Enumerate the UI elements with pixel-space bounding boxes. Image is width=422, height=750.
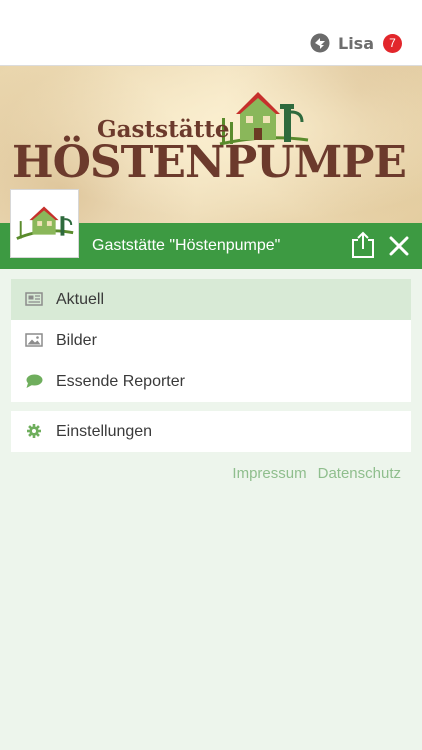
gear-icon — [27, 424, 41, 438]
restaurant-logo — [10, 189, 79, 258]
main-menu: Aktuell Bilder Essende Reporter — [11, 279, 411, 402]
notification-badge[interactable]: 7 — [383, 33, 402, 53]
menu-item-einstellungen[interactable]: Einstellungen — [11, 411, 411, 452]
logo-house-icon — [16, 206, 74, 240]
footer-links: Impressum Datenschutz — [232, 465, 401, 482]
newspaper-icon — [25, 292, 43, 306]
menu-label: Einstellungen — [56, 422, 153, 440]
close-icon[interactable] — [387, 234, 411, 258]
image-icon — [25, 333, 43, 347]
page-title: Gaststätte "Höstenpumpe" — [92, 237, 281, 254]
settings-menu: Einstellungen — [11, 411, 411, 452]
menu-label: Aktuell — [56, 290, 105, 308]
menu-label: Essende Reporter — [56, 372, 185, 390]
banner-title: HÖSTENPUMPE — [12, 137, 407, 188]
menu-item-bilder[interactable]: Bilder — [11, 320, 411, 361]
user-name[interactable]: Lisa — [338, 34, 374, 53]
datenschutz-link[interactable]: Datenschutz — [318, 465, 401, 482]
chat-bubble-icon — [26, 374, 43, 388]
impressum-link[interactable]: Impressum — [232, 465, 306, 482]
top-bar: Lisa 7 — [0, 0, 422, 66]
menu-item-aktuell[interactable]: Aktuell — [11, 279, 411, 320]
menu-label: Bilder — [56, 331, 97, 349]
menu-item-essende-reporter[interactable]: Essende Reporter — [11, 361, 411, 402]
user-logo-icon — [310, 33, 330, 53]
user-menu[interactable]: Lisa 7 — [310, 33, 402, 53]
share-icon[interactable] — [350, 231, 376, 259]
